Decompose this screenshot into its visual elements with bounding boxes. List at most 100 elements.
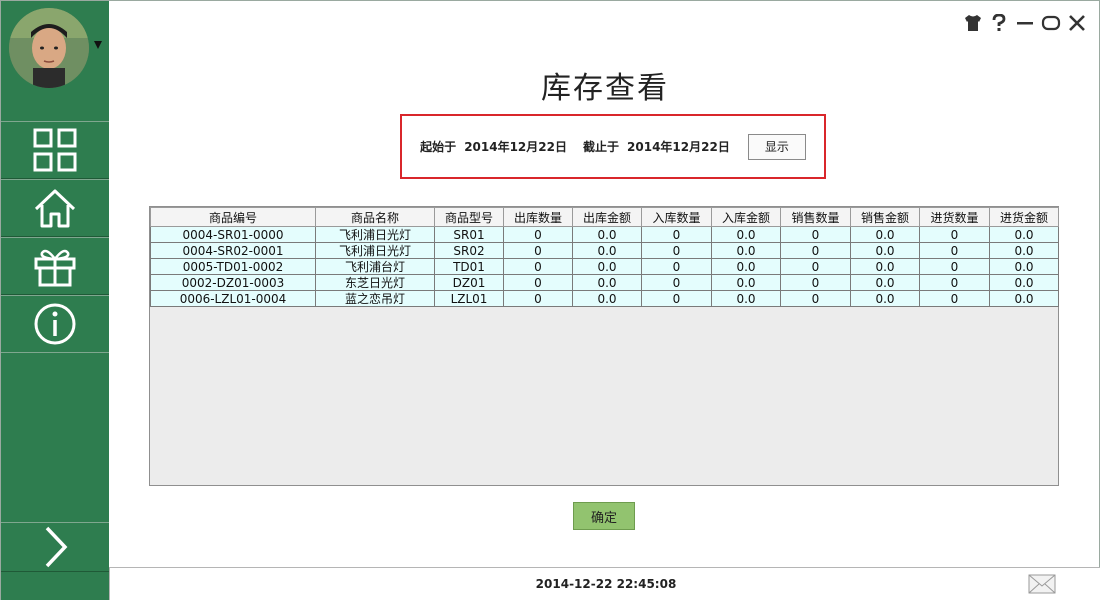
grid-icon — [33, 128, 77, 172]
help-button[interactable] — [989, 13, 1009, 33]
table-row[interactable]: 0004-SR01-0000 飞利浦日光灯 SR01 0 0.0 0 0.0 0 0.0 0 0.0 — [150, 226, 1059, 243]
sidebar-spacer — [1, 352, 109, 522]
table-cell: 0.0 — [989, 242, 1059, 259]
table-cell: 0002-DZ01-0003 — [150, 274, 316, 291]
column-header[interactable]: 入库数量 — [641, 207, 712, 227]
table-header-row: 商品编号 商品名称 商品型号 出库数量 出库金额 入库数量 入库金额 销售数量 销售金额 进货数量… — [150, 207, 1059, 227]
table-cell: 0 — [780, 274, 851, 291]
close-button[interactable] — [1067, 13, 1087, 33]
table-cell: 0 — [641, 274, 712, 291]
table-cell: 0005-TD01-0002 — [150, 258, 316, 275]
status-datetime: 2014-12-22 22:45:08 — [535, 577, 677, 591]
table-cell: 0.0 — [711, 258, 781, 275]
help-icon — [992, 14, 1006, 31]
home-icon — [34, 189, 76, 228]
sidebar-item-home[interactable] — [1, 179, 109, 237]
table-cell: SR02 — [434, 242, 504, 259]
app-window: 库存查看 起始于 2014年12月22日 截止于 2014年12月22日 显示 … — [0, 0, 1100, 600]
sidebar-expand-button[interactable] — [1, 522, 109, 572]
table-cell: 0.0 — [850, 290, 920, 307]
table-row[interactable]: 0005-TD01-0002 飞利浦台灯 TD01 0 0.0 0 0.0 0 0.0 0 0.0 — [150, 258, 1059, 275]
table-cell: 0 — [780, 290, 851, 307]
column-header[interactable]: 进货数量 — [919, 207, 990, 227]
maximize-icon — [1041, 15, 1061, 31]
column-header[interactable]: 入库金额 — [711, 207, 781, 227]
table-cell: 飞利浦日光灯 — [315, 226, 435, 243]
column-header[interactable]: 商品名称 — [315, 207, 435, 227]
table-cell: LZL01 — [434, 290, 504, 307]
table-cell: 0 — [919, 274, 990, 291]
table-cell: 0.0 — [989, 258, 1059, 275]
end-label: 截止于 — [583, 140, 620, 154]
avatar-dropdown-icon[interactable] — [94, 41, 102, 49]
table-cell: TD01 — [434, 258, 504, 275]
table-cell: 0.0 — [711, 274, 781, 291]
table-cell: 0 — [641, 242, 712, 259]
start-label: 起始于 — [420, 140, 457, 154]
table-cell: 0.0 — [850, 226, 920, 243]
column-header[interactable]: 出库金额 — [572, 207, 642, 227]
gift-icon — [34, 249, 76, 287]
confirm-button[interactable]: 确定 — [573, 502, 635, 530]
column-header[interactable]: 出库数量 — [503, 207, 573, 227]
column-header[interactable]: 销售数量 — [780, 207, 851, 227]
table-cell: 0.0 — [572, 274, 642, 291]
table-cell: 0.0 — [850, 274, 920, 291]
table-row[interactable]: 0006-LZL01-0004 蓝之恋吊灯 LZL01 0 0.0 0 0.0 0 0.0 0 0.… — [150, 290, 1059, 307]
user-avatar[interactable] — [9, 8, 89, 88]
table-cell: 0.0 — [989, 274, 1059, 291]
table-cell: 0 — [641, 258, 712, 275]
column-header[interactable]: 商品型号 — [434, 207, 504, 227]
page-title: 库存查看 — [541, 71, 669, 106]
mail-icon[interactable] — [1028, 574, 1056, 594]
table-cell: 飞利浦日光灯 — [315, 242, 435, 259]
table-cell: 0 — [641, 290, 712, 307]
table-cell: 东芝日光灯 — [315, 274, 435, 291]
sidebar-item-gift[interactable] — [1, 237, 109, 295]
column-header[interactable]: 销售金额 — [850, 207, 920, 227]
show-button[interactable]: 显示 — [747, 133, 806, 160]
sidebar — [1, 1, 109, 600]
table-cell: 0 — [503, 290, 573, 307]
table-cell: 0.0 — [989, 290, 1059, 307]
end-date[interactable]: 2014年12月22日 — [627, 138, 730, 155]
table-cell: 0 — [780, 258, 851, 275]
avatar — [9, 8, 89, 88]
chevron-right-icon — [45, 526, 68, 568]
table-cell: 0 — [503, 226, 573, 243]
table-cell: 0.0 — [989, 226, 1059, 243]
maximize-button[interactable] — [1041, 13, 1061, 33]
window-controls — [963, 13, 1087, 33]
table-cell: 0.0 — [850, 258, 920, 275]
close-icon — [1069, 15, 1085, 31]
table-cell: 0 — [503, 274, 573, 291]
table-cell: 0 — [919, 290, 990, 307]
table-cell: 蓝之恋吊灯 — [315, 290, 435, 307]
table-cell: 0 — [919, 258, 990, 275]
column-header[interactable]: 进货金额 — [989, 207, 1059, 227]
table-cell: 0 — [919, 226, 990, 243]
table-cell: 0 — [919, 242, 990, 259]
info-icon — [34, 303, 76, 345]
table-cell: 0004-SR02-0001 — [150, 242, 316, 259]
table-cell: 0.0 — [711, 242, 781, 259]
sidebar-item-grid[interactable] — [1, 121, 109, 179]
table-row[interactable]: 0002-DZ01-0003 东芝日光灯 DZ01 0 0.0 0 0.0 0 0.0 0 0.0 — [150, 274, 1059, 291]
skin-button[interactable] — [963, 13, 983, 33]
table-cell: 0.0 — [572, 258, 642, 275]
sidebar-item-info[interactable] — [1, 295, 109, 353]
table-cell: 0 — [641, 226, 712, 243]
inventory-table[interactable]: 商品编号 商品名称 商品型号 出库数量 出库金额 入库数量 入库金额 销售数量 销售金额 进货数量… — [149, 206, 1059, 486]
table-cell: 0.0 — [850, 242, 920, 259]
table-cell: 0.0 — [572, 226, 642, 243]
table-cell: 0 — [503, 242, 573, 259]
column-header[interactable]: 商品编号 — [150, 207, 316, 227]
start-date[interactable]: 2014年12月22日 — [464, 138, 567, 155]
table-cell: 0.0 — [572, 242, 642, 259]
status-bar: 2014-12-22 22:45:08 — [109, 567, 1100, 600]
table-cell: 0.0 — [572, 290, 642, 307]
table-row[interactable]: 0004-SR02-0001 飞利浦日光灯 SR02 0 0.0 0 0.0 0 0.0 0 0.0 — [150, 242, 1059, 259]
minimize-button[interactable] — [1015, 13, 1035, 33]
date-filter: 起始于 2014年12月22日 截止于 2014年12月22日 显示 — [400, 114, 826, 179]
table-cell: 飞利浦台灯 — [315, 258, 435, 275]
